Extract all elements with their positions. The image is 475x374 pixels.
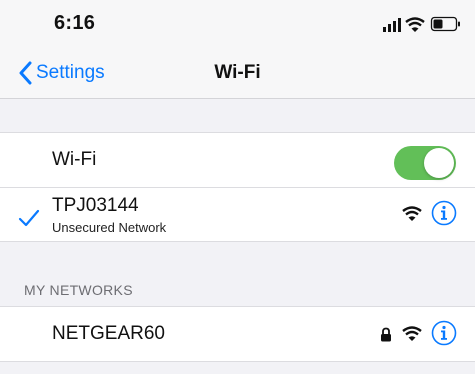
connected-network-subtitle: Unsecured Network: [52, 220, 167, 235]
status-icons: [383, 16, 460, 32]
wifi-section: Wi-Fi TPJ03144 Unsecured Network: [0, 132, 475, 242]
toggle-knob: [424, 148, 454, 178]
wifi-toggle[interactable]: [394, 146, 456, 180]
wifi-toggle-label: Wi-Fi: [52, 149, 97, 170]
status-time: 6:16: [54, 12, 96, 34]
network-name: NETGEAR60: [52, 323, 165, 344]
my-networks-section: NETGEAR60: [0, 306, 475, 362]
info-icon[interactable]: [431, 200, 457, 226]
wifi-icon: [402, 326, 422, 341]
status-bar: 6:16: [0, 0, 475, 48]
battery-icon: [430, 16, 460, 32]
connected-network-row[interactable]: TPJ03144 Unsecured Network: [0, 187, 475, 241]
wifi-toggle-row: Wi-Fi: [0, 133, 475, 187]
wifi-icon: [402, 206, 422, 221]
connected-network-name: TPJ03144: [52, 195, 139, 216]
my-networks-header: MY NETWORKS: [24, 282, 133, 298]
info-icon[interactable]: [431, 320, 457, 346]
signal-icon: [383, 18, 401, 32]
checkmark-icon: [18, 209, 40, 227]
lock-icon: [381, 327, 391, 342]
navigation-bar: Settings Wi-Fi: [0, 48, 475, 99]
page-title: Wi-Fi: [214, 62, 261, 83]
network-row[interactable]: NETGEAR60: [0, 307, 475, 361]
wifi-icon: [405, 17, 425, 32]
